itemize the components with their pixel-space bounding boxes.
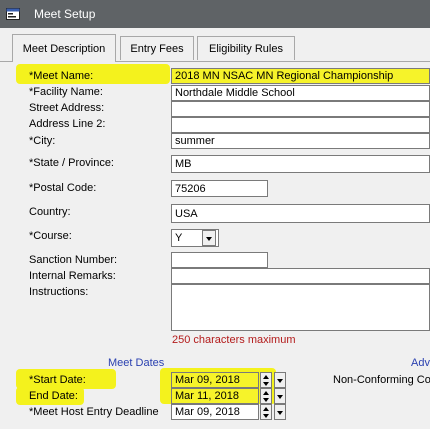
entry-deadline-label: *Meet Host Entry Deadline — [29, 406, 159, 418]
end-date-input[interactable]: Mar 11, 2018 — [171, 388, 259, 404]
street-address-input[interactable] — [171, 101, 430, 117]
end-date-label: End Date: — [29, 390, 78, 402]
postal-code-input[interactable]: 75206 — [171, 180, 268, 197]
street-address-label: Street Address: — [29, 102, 105, 114]
instructions-limit-note: 250 characters maximum — [172, 334, 296, 346]
tab-entry-fees[interactable]: Entry Fees — [120, 36, 194, 60]
course-value: Y — [175, 232, 183, 244]
address-line2-input[interactable] — [171, 117, 430, 133]
sanction-number-label: Sanction Number: — [29, 254, 118, 266]
instructions-label: Instructions: — [29, 286, 89, 298]
end-date-spinner[interactable] — [260, 388, 272, 404]
title-bar: Meet Setup — [0, 0, 430, 28]
country-input[interactable]: USA — [171, 204, 430, 223]
city-input[interactable]: summer — [171, 133, 430, 149]
spin-down-icon — [263, 382, 269, 386]
internal-remarks-input[interactable] — [171, 268, 430, 284]
city-label: *City: — [29, 135, 56, 147]
chevron-down-icon — [277, 395, 283, 399]
postal-code-label: *Postal Code: — [29, 182, 97, 194]
start-date-label: *Start Date: — [29, 374, 86, 386]
meet-name-label: *Meet Name: — [29, 70, 94, 82]
facility-name-label: *Facility Name: — [29, 86, 103, 98]
course-label: *Course: — [29, 230, 72, 242]
entry-deadline-input[interactable]: Mar 09, 2018 — [171, 404, 259, 420]
chevron-down-icon — [277, 411, 283, 415]
sanction-number-input[interactable] — [171, 252, 268, 268]
advanced-heading: Adv — [411, 357, 430, 369]
spin-up-icon — [263, 391, 269, 395]
spin-up-icon — [263, 375, 269, 379]
tab-label: Eligibility Rules — [209, 42, 283, 55]
chevron-down-icon — [277, 379, 283, 383]
tab-meet-description[interactable]: Meet Description — [12, 34, 116, 62]
non-conforming-label: Non-Conforming Cou — [333, 374, 430, 386]
window-app-icon — [6, 8, 20, 20]
tab-label: Meet Description — [22, 42, 106, 55]
meet-name-input[interactable]: 2018 MN NSAC MN Regional Championship — [171, 68, 430, 84]
start-date-calendar-button[interactable] — [274, 372, 286, 388]
spin-up-icon — [263, 407, 269, 411]
tab-label: Entry Fees — [130, 42, 184, 55]
internal-remarks-label: Internal Remarks: — [29, 270, 116, 282]
course-dropdown-button[interactable] — [202, 230, 216, 246]
meet-dates-heading: Meet Dates — [108, 357, 165, 369]
tab-eligibility-rules[interactable]: Eligibility Rules — [197, 36, 295, 60]
chevron-down-icon — [206, 237, 212, 241]
start-date-spinner[interactable] — [260, 372, 272, 388]
tab-strip: Meet Description Entry Fees Eligibility … — [0, 28, 430, 62]
entry-deadline-spinner[interactable] — [260, 404, 272, 420]
state-label: *State / Province: — [29, 157, 114, 169]
spin-down-icon — [263, 414, 269, 418]
entry-deadline-calendar-button[interactable] — [274, 404, 286, 420]
start-date-input[interactable]: Mar 09, 2018 — [171, 372, 259, 388]
spin-down-icon — [263, 398, 269, 402]
end-date-calendar-button[interactable] — [274, 388, 286, 404]
country-label: Country: — [29, 206, 71, 218]
window-title: Meet Setup — [34, 7, 96, 21]
facility-name-input[interactable]: Northdale Middle School — [171, 85, 430, 101]
address-line2-label: Address Line 2: — [29, 118, 106, 130]
state-input[interactable]: MB — [171, 155, 430, 173]
instructions-textarea[interactable] — [171, 284, 430, 331]
